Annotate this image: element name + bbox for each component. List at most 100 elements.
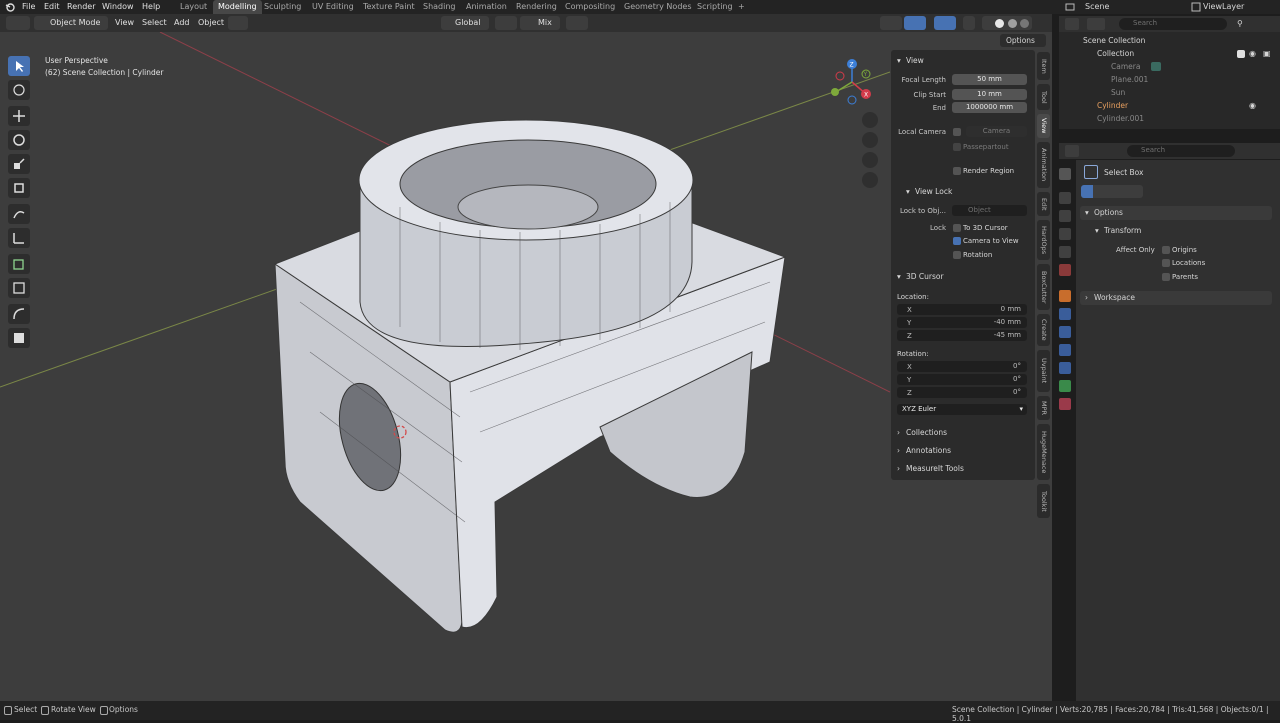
solid-shading-icon[interactable] bbox=[995, 19, 1004, 28]
cursor-location-y-field[interactable]: -40 mm bbox=[897, 317, 1027, 328]
outliner-row[interactable]: Plane.001 bbox=[1059, 73, 1280, 86]
sidebar-tab-mpr[interactable]: MPR bbox=[1037, 396, 1050, 420]
local-camera-field[interactable]: Camera bbox=[966, 126, 1027, 137]
properties-editor-type-button[interactable] bbox=[1065, 145, 1079, 157]
outliner-row[interactable]: Camera bbox=[1059, 60, 1280, 73]
collections-section[interactable]: Collections bbox=[906, 428, 947, 437]
tool-properties-icon[interactable] bbox=[1059, 168, 1071, 180]
sidebar-tab-uvpaint[interactable]: Uvpaint bbox=[1037, 350, 1050, 392]
object-data-button[interactable] bbox=[228, 16, 248, 30]
sidebar-tab-tool[interactable]: Tool bbox=[1037, 84, 1050, 110]
xray-button[interactable] bbox=[963, 16, 975, 30]
options-panel-header[interactable]: ▾ Options bbox=[1080, 206, 1272, 220]
collection-checkbox[interactable] bbox=[1237, 50, 1245, 58]
scene-properties-icon[interactable] bbox=[1059, 246, 1071, 258]
sidebar-tab-create[interactable]: Create bbox=[1037, 314, 1050, 346]
camera-view-icon[interactable] bbox=[862, 152, 878, 168]
transform-tool[interactable] bbox=[8, 178, 30, 198]
menu-object[interactable]: Object bbox=[195, 16, 227, 30]
eye-icon[interactable]: ◉ bbox=[1249, 101, 1256, 110]
ortho-grid-icon[interactable] bbox=[862, 172, 878, 188]
hardops-tool[interactable] bbox=[8, 278, 30, 298]
menu-window[interactable]: Window bbox=[102, 2, 134, 11]
cursor-rotation-z-field[interactable]: 0° bbox=[897, 387, 1027, 398]
tab-texture-paint[interactable]: Texture Paint bbox=[358, 0, 420, 14]
cursor-tool[interactable] bbox=[8, 80, 30, 100]
proportional-edit-button[interactable] bbox=[566, 16, 588, 30]
local-camera-checkbox[interactable] bbox=[953, 128, 961, 136]
move-tool[interactable] bbox=[8, 106, 30, 126]
annotate-tool[interactable] bbox=[8, 204, 30, 224]
parents-checkbox[interactable] bbox=[1162, 273, 1170, 281]
eye-icon[interactable]: ◉ bbox=[1249, 49, 1256, 58]
to-3d-cursor-checkbox[interactable] bbox=[953, 224, 961, 232]
clip-end-field[interactable]: 1000000 mm bbox=[952, 102, 1027, 113]
overlay-toggle-button[interactable] bbox=[934, 16, 956, 30]
sidebar-tab-item[interactable]: Item bbox=[1037, 52, 1050, 80]
render-properties-icon[interactable] bbox=[1059, 192, 1071, 204]
add-cube-tool[interactable] bbox=[8, 254, 30, 274]
chevron-down-icon[interactable]: ▾ bbox=[906, 187, 910, 196]
editor-type-button[interactable] bbox=[6, 16, 30, 30]
navigation-gizmo[interactable]: Z X Y bbox=[826, 56, 878, 108]
data-properties-icon[interactable] bbox=[1059, 380, 1071, 392]
outliner-editor-type-button[interactable] bbox=[1065, 18, 1079, 30]
scene-selector[interactable]: Scene bbox=[1085, 2, 1109, 11]
origins-checkbox[interactable] bbox=[1162, 246, 1170, 254]
rendered-shading-icon[interactable] bbox=[1020, 19, 1029, 28]
physics-properties-icon[interactable] bbox=[1059, 344, 1071, 356]
particle-properties-icon[interactable] bbox=[1059, 326, 1071, 338]
view-layer-selector[interactable]: ViewLayer bbox=[1203, 2, 1244, 11]
menu-view[interactable]: View bbox=[112, 16, 137, 30]
rotate-tool[interactable] bbox=[8, 130, 30, 150]
boxcutter-tool[interactable] bbox=[8, 304, 30, 324]
view-section-title[interactable]: View bbox=[906, 56, 924, 65]
sidebar-tab-boxcutter[interactable]: BoxCutter bbox=[1037, 264, 1050, 310]
options-dropdown[interactable]: Options bbox=[1000, 34, 1046, 47]
output-properties-icon[interactable] bbox=[1059, 210, 1071, 222]
sidebar-tab-animation[interactable]: Animation bbox=[1037, 142, 1050, 188]
menu-help[interactable]: Help bbox=[142, 2, 160, 11]
filter-icon[interactable]: ⚲ bbox=[1237, 19, 1243, 28]
add-workspace-button[interactable]: + bbox=[733, 0, 750, 14]
material-shading-icon[interactable] bbox=[1008, 19, 1017, 28]
tab-uv-editing[interactable]: UV Editing bbox=[307, 0, 359, 14]
tab-shading[interactable]: Shading bbox=[418, 0, 461, 14]
rotation-mode-dropdown[interactable]: XYZ Euler ▾ bbox=[897, 404, 1027, 415]
chevron-right-icon[interactable]: › bbox=[897, 446, 900, 455]
passepartout-checkbox[interactable] bbox=[953, 143, 961, 151]
clip-start-field[interactable]: 10 mm bbox=[952, 89, 1027, 100]
lock-object-field[interactable]: Object bbox=[952, 205, 1027, 216]
outliner-search-input[interactable]: Search bbox=[1119, 18, 1227, 30]
scale-tool[interactable] bbox=[8, 154, 30, 174]
sidebar-tab-edit[interactable]: Edit bbox=[1037, 192, 1050, 216]
sidebar-tab-hardops[interactable]: HardOps bbox=[1037, 220, 1050, 260]
outliner-row[interactable]: Cylinder bbox=[1059, 99, 1280, 112]
cursor-rotation-y-field[interactable]: 0° bbox=[897, 374, 1027, 385]
blender-logo-icon[interactable] bbox=[5, 2, 15, 12]
object-properties-icon[interactable] bbox=[1059, 290, 1071, 302]
chevron-down-icon[interactable]: ▾ bbox=[1095, 226, 1099, 235]
select-box-tool[interactable] bbox=[8, 56, 30, 76]
tab-animation[interactable]: Animation bbox=[461, 0, 512, 14]
annotations-section[interactable]: Annotations bbox=[906, 446, 951, 455]
cutter-tool[interactable] bbox=[8, 328, 30, 348]
outliner-row[interactable]: Cylinder.001 bbox=[1059, 112, 1280, 125]
menu-edit[interactable]: Edit bbox=[44, 2, 60, 11]
selection-mode-buttons[interactable] bbox=[1081, 185, 1143, 198]
properties-search-input[interactable]: Search bbox=[1127, 145, 1235, 157]
constraint-properties-icon[interactable] bbox=[1059, 362, 1071, 374]
locations-checkbox[interactable] bbox=[1162, 259, 1170, 267]
pivot-button[interactable] bbox=[495, 16, 517, 30]
view-layer-properties-icon[interactable] bbox=[1059, 228, 1071, 240]
render-region-checkbox[interactable] bbox=[953, 167, 961, 175]
world-properties-icon[interactable] bbox=[1059, 264, 1071, 276]
tab-rendering[interactable]: Rendering bbox=[511, 0, 562, 14]
camera-to-view-checkbox[interactable] bbox=[953, 237, 961, 245]
outliner-row[interactable]: Sun bbox=[1059, 86, 1280, 99]
chevron-down-icon[interactable]: ▾ bbox=[897, 56, 901, 65]
menu-file[interactable]: File bbox=[22, 2, 35, 11]
display-mode-button[interactable] bbox=[1087, 18, 1105, 30]
tab-layout[interactable]: Layout bbox=[175, 0, 212, 14]
3d-cursor-title[interactable]: 3D Cursor bbox=[906, 272, 944, 281]
